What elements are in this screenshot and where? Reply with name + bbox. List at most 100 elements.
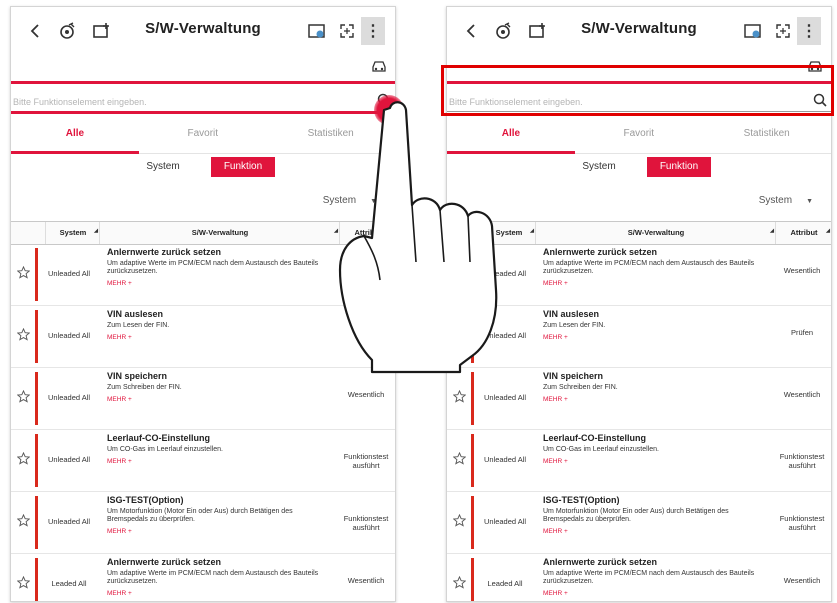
column-attribute[interactable]: Attribut ◢ (339, 222, 395, 244)
row-indicator (471, 372, 474, 425)
table-row[interactable]: Leaded All Anlernwerte zurück setzen Um ad… (447, 554, 831, 601)
tab-statistiken[interactable]: Statistiken (703, 123, 831, 145)
tab-alle[interactable]: Alle (11, 123, 139, 145)
table-row[interactable]: Unleaded All Leerlauf-CO-Einstellung Um CO… (11, 430, 395, 492)
table-row[interactable]: Unleaded All VIN speichern Zum Schreiben d… (447, 368, 831, 430)
star-icon[interactable] (16, 389, 31, 408)
right-screen: S/W-Verwaltung ⋮ Alle Favorit Statistike… (446, 6, 832, 602)
segment-system[interactable]: System (567, 157, 631, 177)
more-link[interactable]: MEHR + (543, 528, 769, 535)
car-icon[interactable] (371, 59, 387, 78)
row-attribute: Funktionstest ausführt (779, 514, 825, 532)
menu-button[interactable]: ⋮ (361, 17, 385, 45)
column-sw[interactable]: S/W-Verwaltung ◢ (535, 222, 776, 244)
column-system[interactable]: System ◢ (45, 222, 100, 244)
more-link[interactable]: MEHR + (107, 396, 333, 403)
search-input[interactable] (11, 91, 373, 113)
row-title: VIN speichern (543, 371, 604, 381)
row-description: Zum Lesen der FIN. (107, 322, 170, 329)
row-indicator (471, 558, 474, 601)
row-content: Anlernwerte zurück setzen Um adaptive Wer… (543, 557, 769, 597)
star-icon[interactable] (452, 575, 467, 594)
star-icon[interactable] (452, 513, 467, 532)
column-system[interactable]: System ◢ (481, 222, 536, 244)
table-row[interactable]: Unleaded All Anlernwerte zurück setzen Um … (11, 244, 395, 306)
row-indicator (35, 558, 38, 601)
filter-dropdown[interactable]: System ▼ (759, 195, 813, 206)
table-row[interactable]: Unleaded All ISG-TEST(Option) Um Motorfunk… (11, 492, 395, 554)
column-attribute[interactable]: Attribut ◢ (775, 222, 831, 244)
more-link[interactable]: MEHR + (107, 528, 333, 535)
more-link[interactable]: MEHR + (543, 280, 769, 287)
row-system: Unleaded All (483, 393, 527, 402)
filter-dropdown[interactable]: System ▼ (323, 195, 377, 206)
more-link[interactable]: MEHR + (543, 396, 769, 403)
row-attribute: Wesentlich (783, 576, 821, 585)
fullscreen-icon[interactable] (337, 21, 357, 41)
star-icon[interactable] (452, 451, 467, 470)
more-link[interactable]: MEHR + (543, 458, 769, 465)
row-indicator (35, 496, 38, 549)
row-attribute: Funktionstest ausführt (343, 514, 389, 532)
row-system: Unleaded All (483, 517, 527, 526)
row-indicator (35, 248, 38, 301)
column-label: S/W-Verwaltung (627, 228, 685, 237)
more-link[interactable]: MEHR + (543, 590, 769, 597)
row-attribute: Wesentlich (783, 266, 821, 275)
row-attribute: Wesentlich (347, 266, 385, 275)
tab-statistiken[interactable]: Statistiken (267, 123, 395, 145)
car-icon[interactable] (807, 59, 823, 78)
star-icon[interactable] (16, 451, 31, 470)
more-link[interactable]: MEHR + (107, 280, 333, 287)
row-title: VIN auslesen (543, 309, 600, 319)
row-title: ISG-TEST(Option) (107, 495, 184, 505)
table-row[interactable]: Unleaded All VIN auslesen Zum Lesen der FI… (11, 306, 395, 368)
star-icon[interactable] (452, 389, 467, 408)
row-indicator (471, 434, 474, 487)
segment-system[interactable]: System (131, 157, 195, 177)
sort-icon: ◢ (334, 228, 338, 234)
divider (447, 111, 831, 112)
row-title: Anlernwerte zurück setzen (543, 557, 658, 567)
star-icon[interactable] (452, 327, 467, 346)
divider (11, 81, 395, 84)
tab-favorit[interactable]: Favorit (139, 123, 267, 145)
menu-button[interactable]: ⋮ (797, 17, 821, 45)
star-icon[interactable] (16, 575, 31, 594)
table-row[interactable]: Unleaded All VIN speichern Zum Schreiben d… (11, 368, 395, 430)
star-icon[interactable] (16, 327, 31, 346)
row-description: Um adaptive Werte im PCM/ECM nach dem Au… (107, 260, 319, 275)
more-link[interactable]: MEHR + (107, 334, 333, 341)
star-icon[interactable] (452, 265, 467, 284)
tab-favorit[interactable]: Favorit (575, 123, 703, 145)
column-label: System (59, 228, 87, 237)
table-row[interactable]: Unleaded All VIN auslesen Zum Lesen der FI… (447, 306, 831, 368)
table-row[interactable]: Unleaded All Leerlauf-CO-Einstellung Um CO… (447, 430, 831, 492)
more-link[interactable]: MEHR + (107, 458, 333, 465)
more-link[interactable]: MEHR + (107, 590, 333, 597)
star-icon[interactable] (16, 265, 31, 284)
media-icon[interactable] (307, 21, 327, 41)
column-sw[interactable]: S/W-Verwaltung ◢ (99, 222, 340, 244)
fullscreen-icon[interactable] (773, 21, 793, 41)
row-content: VIN auslesen Zum Lesen der FIN. MEHR + (107, 309, 333, 341)
table-row[interactable]: Unleaded All Anlernwerte zurück setzen Um … (447, 244, 831, 306)
row-indicator (35, 434, 38, 487)
media-icon[interactable] (743, 21, 763, 41)
search-icon[interactable] (813, 93, 827, 112)
search-input[interactable] (447, 91, 809, 113)
row-attribute: Wesentlich (347, 576, 385, 585)
more-link[interactable]: MEHR + (543, 334, 769, 341)
row-description: Um Motorfunktion (Motor Ein oder Aus) du… (107, 508, 293, 523)
row-content: VIN auslesen Zum Lesen der FIN. MEHR + (543, 309, 769, 341)
row-content: Anlernwerte zurück setzen Um adaptive Wer… (107, 557, 333, 597)
tap-indicator (374, 95, 404, 125)
table-row[interactable]: Leaded All Anlernwerte zurück setzen Um ad… (11, 554, 395, 601)
tab-alle[interactable]: Alle (447, 123, 575, 145)
row-attribute: Wesentlich (347, 390, 385, 399)
table-row[interactable]: Unleaded All ISG-TEST(Option) Um Motorfunk… (447, 492, 831, 554)
chevron-down-icon: ▼ (806, 198, 813, 205)
star-icon[interactable] (16, 513, 31, 532)
segment-function[interactable]: Funktion (647, 157, 711, 177)
segment-function[interactable]: Funktion (211, 157, 275, 177)
